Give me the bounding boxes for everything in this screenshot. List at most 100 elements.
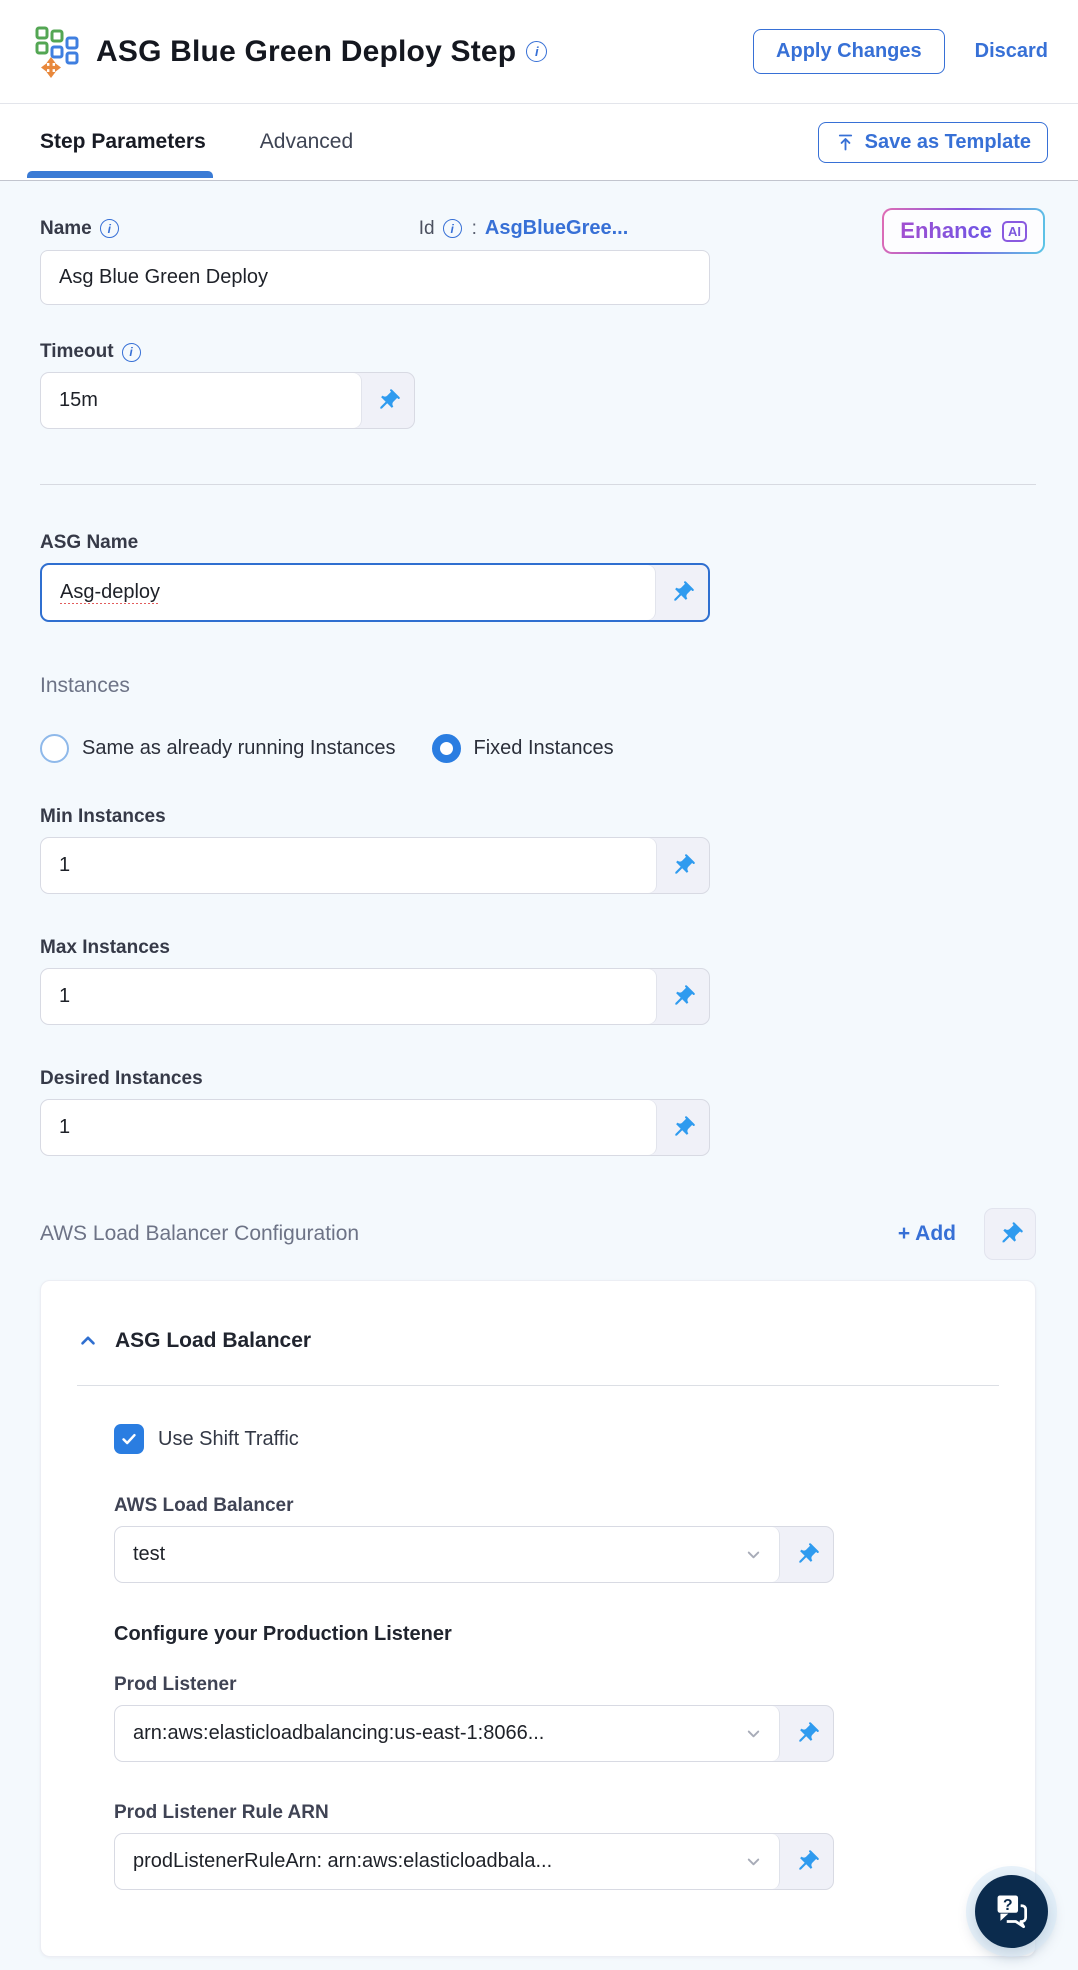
active-tab-underline [27,171,213,178]
name-input[interactable] [40,250,710,305]
help-chat-button[interactable]: ? [975,1875,1048,1948]
save-as-template-label: Save as Template [864,130,1031,153]
tab-bar: Step Parameters Advanced Save as Templat… [0,104,1078,181]
pin-icon [674,984,695,1005]
min-instances-input-group [40,837,710,894]
instances-section-label: Instances [40,674,130,697]
prod-listener-select-group: arn:aws:elasticloadbalancing:us-east-1:8… [114,1705,834,1762]
prod-listener-value: arn:aws:elasticloadbalancing:us-east-1:8… [133,1722,545,1744]
radio-fixed-instances[interactable]: Fixed Instances [431,734,614,763]
name-label-group: Name i [40,218,119,240]
timeout-label: Timeout [40,341,114,362]
enhance-label: Enhance [900,218,992,243]
max-instances-pin-button[interactable] [656,969,709,1024]
max-instances-input[interactable] [41,969,656,1024]
title-info-icon[interactable]: i [526,41,548,62]
tab-advanced-label: Advanced [259,130,354,153]
radio-fixed-instances-label: Fixed Instances [473,737,614,759]
prod-listener-select[interactable]: arn:aws:elasticloadbalancing:us-east-1:8… [115,1706,780,1761]
min-instances-pin-button[interactable] [656,838,709,893]
header-actions: Apply Changes Discard [753,29,1048,74]
aws-load-balancer-select-group: test [114,1526,834,1583]
aws-load-balancer-label: AWS Load Balancer [114,1495,294,1516]
radio-same-as-running-label: Same as already running Instances [82,737,396,759]
asg-name-pin-button[interactable] [655,565,708,620]
header: ASG Blue Green Deploy Step i Apply Chang… [0,0,1078,104]
timeout-input[interactable] [41,373,361,428]
prod-listener-rule-arn-value: prodListenerRuleArn: arn:aws:elasticload… [133,1850,553,1872]
desired-instances-label: Desired Instances [40,1068,1036,1090]
asg-load-balancer-title: ASG Load Balancer [115,1329,312,1352]
upload-icon [838,134,852,150]
asg-name-input[interactable] [42,565,655,620]
max-instances-input-group [40,968,710,1025]
chat-help-icon: ? [994,1892,1027,1928]
id-info-icon[interactable]: i [442,219,462,238]
asg-load-balancer-card: ASG Load Balancer Use Shift Traffic AWS … [40,1280,1036,1957]
prod-listener-label: Prod Listener [114,1674,237,1695]
pin-icon [798,1721,819,1742]
pin-icon [379,388,400,409]
desired-instances-input-group [40,1099,710,1156]
name-label: Name [40,217,92,239]
prod-listener-pin-button[interactable] [780,1706,833,1761]
min-instances-label: Min Instances [40,806,1036,828]
prod-listener-rule-arn-select-group: prodListenerRuleArn: arn:aws:elasticload… [114,1833,834,1890]
tab-advanced[interactable]: Advanced [260,106,353,178]
asg-name-label-text: ASG Name [40,532,139,553]
section-divider [40,484,1036,485]
max-instances-label: Max Instances [40,937,1036,959]
radio-same-as-running[interactable]: Same as already running Instances [40,734,396,763]
aws-load-balancer-value: test [133,1543,166,1565]
pin-icon [1002,1221,1023,1242]
aws-load-balancer-select[interactable]: test [115,1527,780,1582]
prod-listener-rule-arn-select[interactable]: prodListenerRuleArn: arn:aws:elasticload… [115,1834,780,1889]
asg-name-label: ASG Name [40,532,1036,554]
save-as-template-button[interactable]: Save as Template [817,121,1048,163]
enhance-button[interactable]: Enhance AI [882,208,1045,254]
desired-instances-pin-button[interactable] [656,1100,709,1155]
timeout-info-icon[interactable]: i [121,342,141,362]
name-info-icon[interactable]: i [99,219,119,238]
use-shift-traffic-checkbox[interactable]: Use Shift Traffic [114,1424,999,1454]
ai-badge: AI [1002,220,1027,242]
chevron-down-icon [747,1730,760,1738]
timeout-pin-button[interactable] [361,373,414,428]
pin-icon [673,580,694,601]
timeout-label-group: Timeout i [40,341,1036,363]
step-parameters-form: Enhance AI Name i Id i : AsgBlueGree... … [0,181,1078,1957]
max-instances-label-text: Max Instances [40,937,170,958]
discard-button[interactable]: Discard [975,40,1048,63]
add-load-balancer-button[interactable]: + Add [898,1222,956,1246]
apply-changes-button[interactable]: Apply Changes [753,29,945,74]
aws-lb-config-label: AWS Load Balancer Configuration [40,1222,360,1245]
aws-lb-config-row: AWS Load Balancer Configuration + Add [40,1208,1036,1260]
id-value[interactable]: AsgBlueGree... [485,217,628,240]
pin-icon [674,853,695,874]
use-shift-traffic-label: Use Shift Traffic [158,1427,299,1450]
aws-load-balancer-pin-button[interactable] [780,1527,833,1582]
id-group: Id i : AsgBlueGree... [419,217,629,240]
min-instances-input[interactable] [41,838,656,893]
prod-listener-rule-arn-label: Prod Listener Rule ARN [114,1802,329,1823]
instances-radio-group: Same as already running Instances Fixed … [40,734,1036,763]
id-label: Id [418,217,435,239]
radio-circle-unselected [40,734,69,763]
prod-listener-rule-arn-pin-button[interactable] [780,1834,833,1889]
asg-step-icon [35,26,79,78]
asg-load-balancer-card-body: Use Shift Traffic AWS Load Balancer test… [77,1424,999,1890]
card-divider [77,1385,999,1386]
id-colon: : [471,217,477,239]
asg-load-balancer-card-header[interactable]: ASG Load Balancer [77,1329,999,1353]
desired-instances-input[interactable] [41,1100,656,1155]
checkbox-checked-icon [114,1424,144,1454]
asg-name-input-group [40,563,710,622]
svg-text:?: ? [1002,1896,1012,1913]
chevron-up-icon [81,1336,95,1345]
min-instances-label-text: Min Instances [40,806,166,827]
pin-icon [798,1849,819,1870]
pin-icon [798,1542,819,1563]
tab-step-parameters[interactable]: Step Parameters [27,106,213,178]
aws-lb-config-pin-button[interactable] [984,1208,1036,1260]
timeout-input-group [40,372,415,429]
